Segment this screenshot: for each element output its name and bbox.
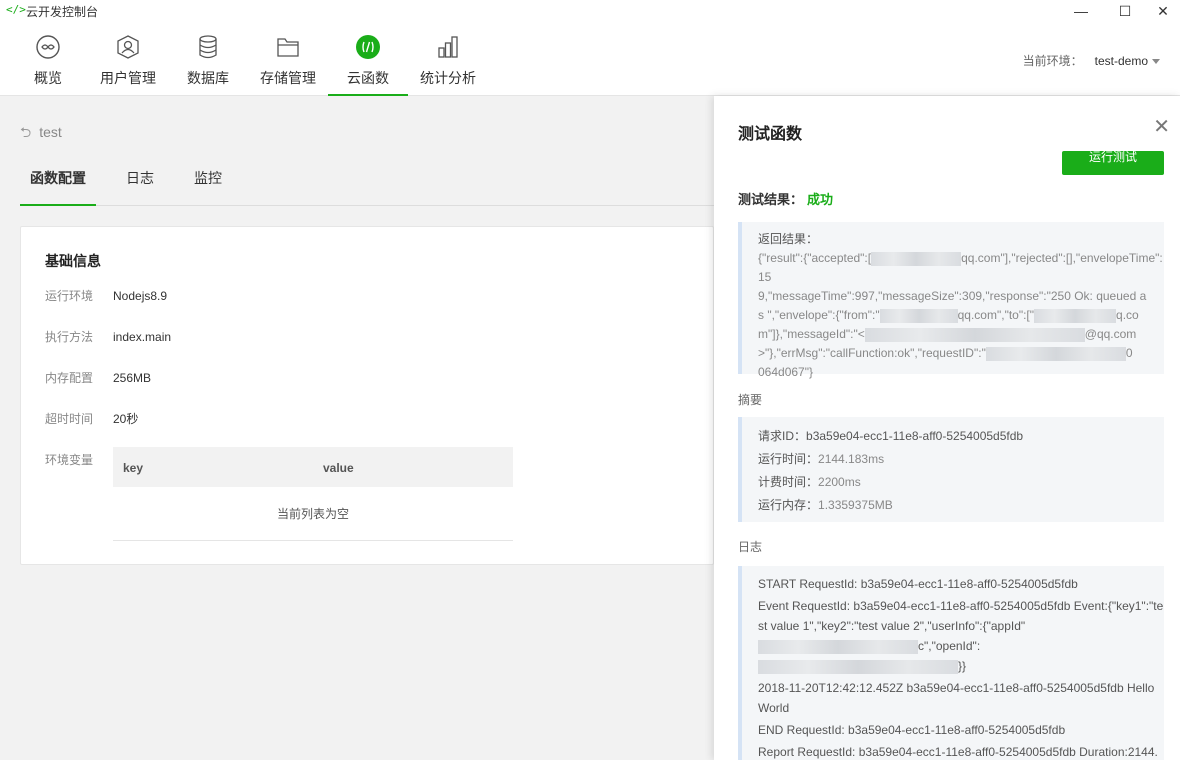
log-line: END RequestId: b3a59e04-ecc1-11e8-aff0-5… <box>758 723 1066 737</box>
return-line: s ","envelope":{"from":" qq.com","to":[" q… <box>758 308 1139 323</box>
empty-state: 当前列表为空 <box>276 507 349 521</box>
log-line: 2018-11-20T12:42:12.452Z b3a59e04-ecc1-1… <box>758 681 1155 715</box>
column-value: value <box>323 461 354 475</box>
summary-duration: 运行时间：2144.183ms <box>758 452 885 466</box>
app-title: 云开发控制台 <box>26 5 99 19</box>
environment-label: 当前环境： <box>1022 54 1083 68</box>
info-row-handler: 执行方法 index.main <box>45 330 172 344</box>
log-line: START RequestId: b3a59e04-ecc1-11e8-aff0… <box>758 577 1078 591</box>
table-header: key value <box>113 447 513 487</box>
return-line: {"result":{"accepted":[qq.com"],"rejecte… <box>758 251 1163 284</box>
test-result: 测试结果： 成功 <box>738 189 833 208</box>
chevron-down-icon <box>1152 59 1160 65</box>
title-bar: </> 云开发控制台 — ☐ ✕ <box>0 0 1180 22</box>
nav-label: 统计分析 <box>420 70 476 86</box>
folder-icon <box>277 38 299 57</box>
nav-item-users[interactable]: 用户管理 <box>96 34 160 96</box>
return-line: m"]},"messageId":"< @qq.com <box>758 327 1137 342</box>
minimize-button[interactable]: — <box>1058 0 1104 22</box>
environment-value: test-demo <box>1094 54 1148 68</box>
nav-item-functions[interactable]: 云函数 <box>328 34 408 96</box>
column-key: key <box>123 461 144 475</box>
return-result-box: 返回结果： {"result":{"accepted":[qq.com"],"r… <box>738 222 1164 379</box>
nav-label: 概览 <box>34 70 62 86</box>
summary-label: 摘要 <box>738 393 763 407</box>
back-arrow-icon: ⮌ <box>20 124 32 140</box>
function-name: test <box>39 124 62 140</box>
return-line: 064d067"} <box>758 365 813 379</box>
nav-item-overview[interactable]: 概览 <box>20 34 76 96</box>
return-line: 9,"messageTime":997,"messageSize":309,"r… <box>758 289 1147 303</box>
log-line: Report RequestId: b3a59e04-ecc1-11e8-aff… <box>758 745 1158 759</box>
log-box: START RequestId: b3a59e04-ecc1-11e8-aff0… <box>738 566 1164 760</box>
run-test-button[interactable]: 运行测试 <box>1062 151 1164 175</box>
log-line: Event RequestId: b3a59e04-ecc1-11e8-aff0… <box>758 599 1164 674</box>
basic-info-card: 基础信息 运行环境 Nodejs8.9 执行方法 index.main 内存配置 25… <box>20 226 714 565</box>
summary-request-id: 请求ID：b3a59e04-ecc1-11e8-aff0-5254005d5fd… <box>758 429 1024 443</box>
result-status: 成功 <box>807 192 834 207</box>
info-row-runtime: 运行环境 Nodejs8.9 <box>45 289 168 303</box>
card-title: 基础信息 <box>45 253 101 269</box>
overview-icon <box>36 35 60 59</box>
panel-title: 测试函数 <box>738 126 803 143</box>
tab-logs[interactable]: 日志 <box>126 168 154 206</box>
chart-icon <box>438 36 458 58</box>
tab-bar: 函数配置 日志 监控 <box>20 156 714 206</box>
environment-selector[interactable]: 当前环境： test-demo <box>1023 52 1160 69</box>
summary-box: 请求ID：b3a59e04-ecc1-11e8-aff0-5254005d5fd… <box>738 417 1164 522</box>
tab-monitor[interactable]: 监控 <box>194 168 222 206</box>
nav-item-analytics[interactable]: 统计分析 <box>416 34 480 96</box>
close-window-button[interactable]: ✕ <box>1140 0 1180 22</box>
top-navigation: 概览 用户管理 数据库 存储管理 云函数 统计分析 当前环境： test-dem… <box>0 22 1180 96</box>
nav-label: 云函数 <box>347 70 389 86</box>
close-icon[interactable]: ✕ <box>1153 114 1170 139</box>
nav-item-storage[interactable]: 存储管理 <box>256 34 320 96</box>
function-icon <box>356 35 380 59</box>
summary-memory: 运行内存：1.3359375MB <box>758 498 893 512</box>
info-row-timeout: 超时时间 20秒 <box>45 412 139 426</box>
result-label: 测试结果： <box>738 192 804 207</box>
env-var-table: key value 当前列表为空 <box>113 447 513 541</box>
summary-billed: 计费时间：2200ms <box>758 475 861 489</box>
info-row-env-vars: 环境变量 <box>45 453 94 467</box>
nav-label: 数据库 <box>187 70 229 86</box>
return-label: 返回结果： <box>758 232 819 246</box>
database-icon <box>199 35 217 59</box>
nav-label: 存储管理 <box>260 70 316 86</box>
function-detail: ⮌ test 函数配置 日志 监控 基础信息 运行环境 Nodejs8.9 执行方法… <box>0 96 714 760</box>
info-row-memory: 内存配置 256MB <box>45 371 152 385</box>
test-function-panel: 测试函数 ✕ 运行测试 测试结果： 成功 返回结果： {"result":{"ac… <box>714 96 1180 760</box>
return-line: >"},"errMsg":"callFunction:ok","requestI… <box>758 346 1133 361</box>
back-link[interactable]: ⮌ test <box>20 122 62 146</box>
log-label: 日志 <box>738 540 763 554</box>
nav-item-database[interactable]: 数据库 <box>182 34 234 96</box>
nav-label: 用户管理 <box>100 70 156 86</box>
app-logo-icon: </> <box>6 3 26 16</box>
tab-config[interactable]: 函数配置 <box>20 168 96 206</box>
user-icon <box>117 35 139 59</box>
